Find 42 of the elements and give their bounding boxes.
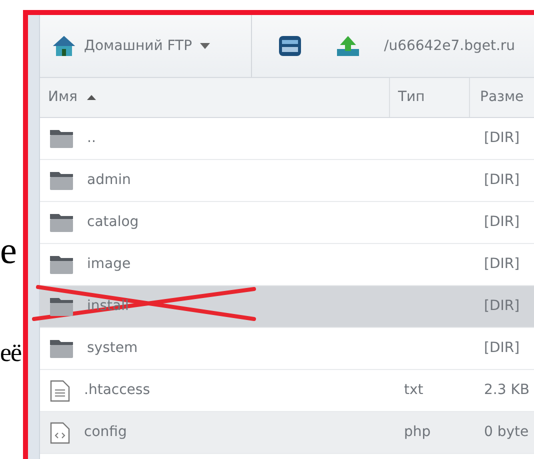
file-type: php — [404, 424, 431, 440]
background-text: её — [0, 340, 22, 366]
path-text: /u66642e7.bget.ru — [384, 36, 516, 56]
file-name: config — [84, 423, 127, 442]
file-size: [DIR] — [484, 340, 520, 356]
caret-icon — [200, 43, 210, 49]
file-type: txt — [404, 382, 424, 398]
connection-dropdown[interactable]: Домашний FTP — [84, 36, 210, 56]
folder-icon — [50, 255, 73, 274]
file-name: image — [87, 255, 131, 274]
file-size: [DIR] — [484, 172, 520, 188]
file-name: .htaccess — [84, 381, 150, 400]
file-row[interactable]: admin [DIR] — [40, 160, 534, 202]
file-size: 0 byte — [484, 424, 529, 440]
folder-icon — [50, 129, 73, 148]
file-size: [DIR] — [484, 256, 520, 272]
file-row[interactable]: system [DIR] — [40, 328, 534, 370]
file-name: catalog — [87, 213, 139, 232]
file-row[interactable]: .. [DIR] — [40, 118, 534, 160]
sort-arrow-icon — [87, 95, 96, 100]
column-header[interactable]: Разме — [470, 78, 534, 117]
file-name: admin — [87, 171, 131, 190]
file-row[interactable]: config php 0 byte — [40, 412, 534, 454]
column-header[interactable]: Имя — [40, 78, 390, 117]
code-file-icon — [50, 422, 70, 444]
document-icon — [50, 380, 70, 402]
file-size: [DIR] — [484, 130, 520, 146]
file-size: [DIR] — [484, 298, 520, 314]
file-row[interactable]: catalog [DIR] — [40, 202, 534, 244]
folder-icon — [50, 213, 73, 232]
server-icon[interactable] — [278, 35, 302, 57]
column-header[interactable]: Тип — [390, 78, 470, 117]
home-icon — [52, 35, 76, 57]
upload-icon[interactable] — [336, 35, 360, 57]
folder-icon — [50, 339, 73, 358]
file-size: 2.3 KB — [484, 382, 530, 398]
folder-icon — [50, 171, 73, 190]
file-name: system — [87, 339, 138, 358]
file-name: .. — [87, 129, 96, 148]
background-text: е — [0, 232, 17, 270]
file-size: [DIR] — [484, 214, 520, 230]
folder-icon — [50, 297, 73, 316]
